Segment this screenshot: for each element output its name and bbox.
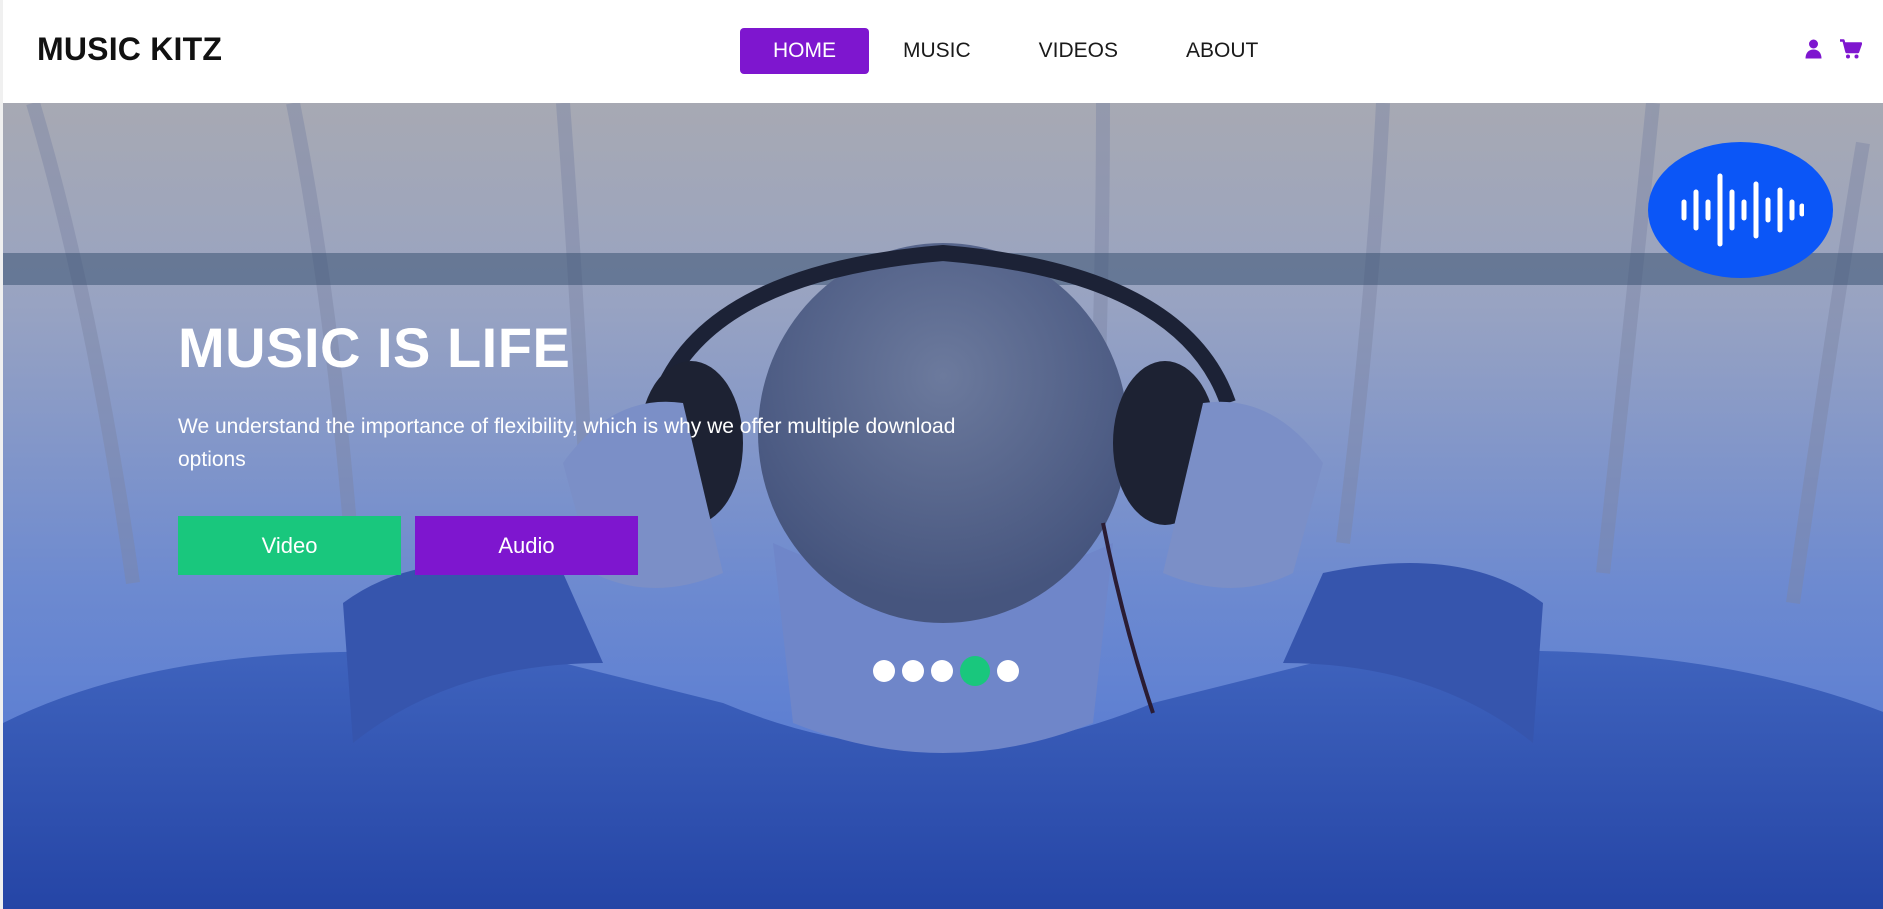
hero-title: MUSIC IS LIFE [178, 316, 571, 379]
audio-button[interactable]: Audio [415, 516, 638, 575]
sound-wave-icon [1681, 173, 1804, 247]
carousel-dot-2[interactable] [902, 660, 924, 682]
hero-background-image [3, 103, 1883, 909]
carousel-dot-4-active[interactable] [960, 656, 990, 686]
user-icon[interactable] [1805, 39, 1822, 59]
page: MUSIC KITZ HOME MUSIC VIDEOS ABOUT MUSIC… [0, 0, 1883, 909]
nav-actions [1805, 39, 1862, 59]
sound-wave-badge[interactable] [1648, 142, 1833, 278]
nav-item-about[interactable]: ABOUT [1152, 28, 1292, 74]
video-button[interactable]: Video [178, 516, 401, 575]
carousel-dot-3[interactable] [931, 660, 953, 682]
brand-logo[interactable]: MUSIC KITZ [37, 31, 222, 68]
nav-item-home[interactable]: HOME [740, 28, 869, 74]
carousel-dot-5[interactable] [997, 660, 1019, 682]
hero-banner: MUSIC IS LIFE We understand the importan… [3, 103, 1883, 909]
nav-item-music[interactable]: MUSIC [869, 28, 1005, 74]
navbar: MUSIC KITZ HOME MUSIC VIDEOS ABOUT [3, 0, 1883, 103]
carousel-indicators [873, 656, 1019, 686]
hero-description: We understand the importance of flexibil… [178, 415, 956, 471]
carousel-dot-1[interactable] [873, 660, 895, 682]
main-nav: HOME MUSIC VIDEOS ABOUT [740, 28, 1292, 74]
nav-item-videos[interactable]: VIDEOS [1005, 28, 1152, 74]
cart-icon[interactable] [1840, 39, 1862, 59]
